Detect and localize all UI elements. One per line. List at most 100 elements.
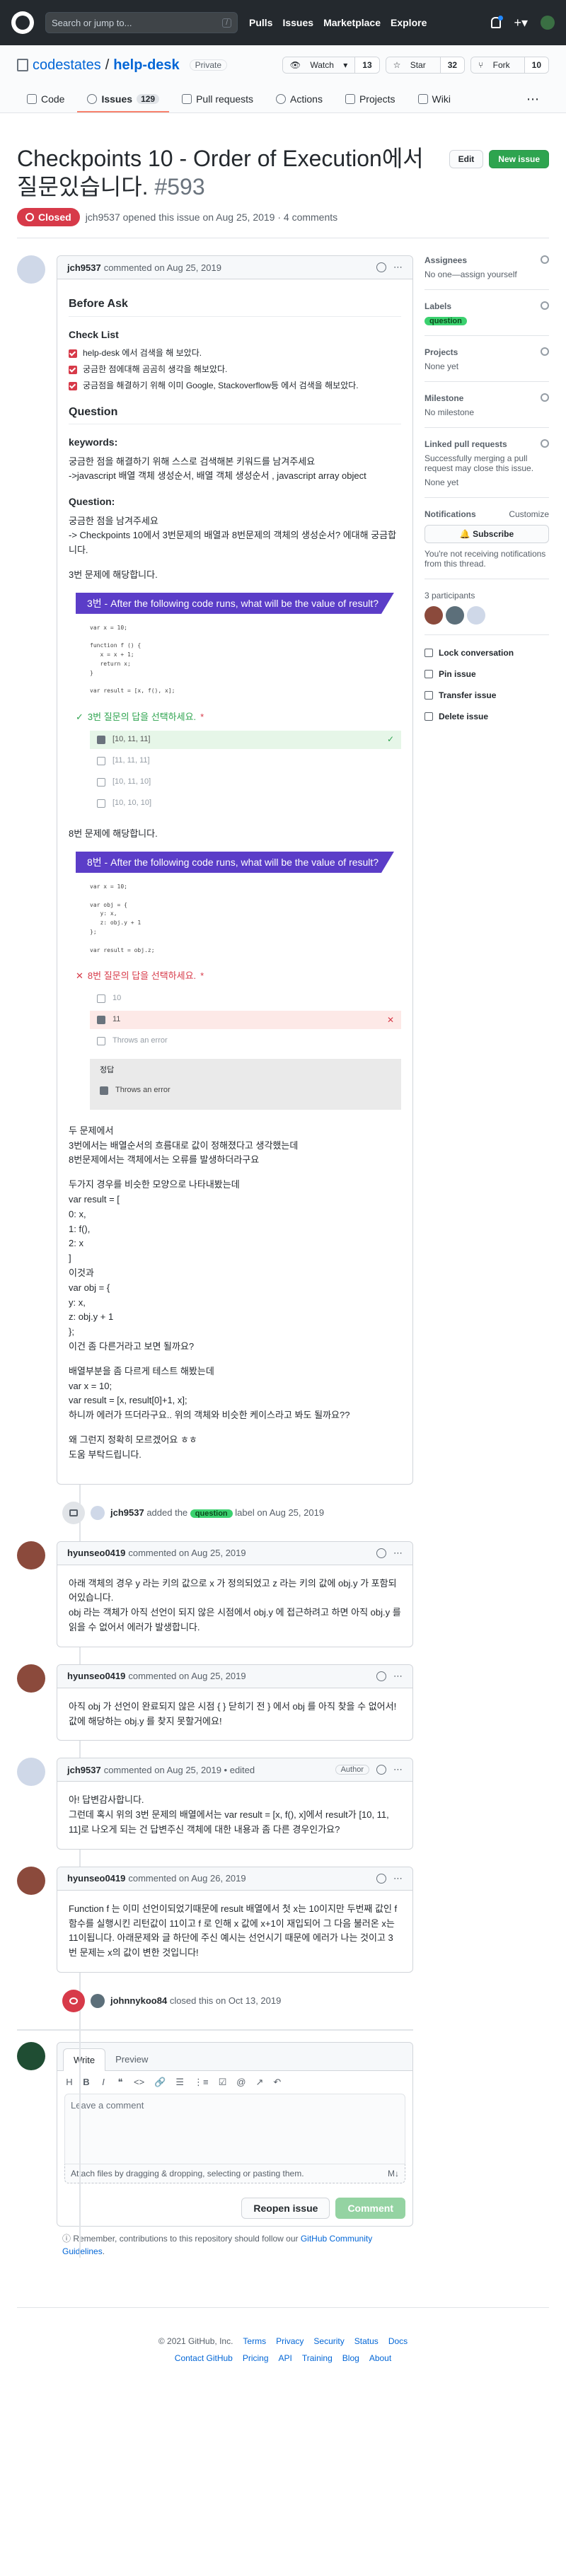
tab-wiki[interactable]: Wiki [408, 86, 461, 112]
footer-link[interactable]: Docs [388, 2336, 408, 2346]
header-actions: +▾ [491, 16, 555, 30]
emoji-reaction-icon[interactable] [376, 1548, 386, 1558]
gear-icon[interactable] [541, 301, 549, 310]
nav-explore[interactable]: Explore [391, 17, 427, 28]
footer-link[interactable]: Blog [342, 2353, 359, 2363]
repo-owner-link[interactable]: codestates [33, 57, 101, 74]
comment-author[interactable]: hyunseo0419 [67, 1548, 125, 1558]
link-icon[interactable]: 🔗 [154, 2077, 166, 2088]
avatar[interactable] [91, 1505, 105, 1520]
code-icon[interactable]: <> [134, 2077, 144, 2087]
gear-icon[interactable] [541, 439, 549, 448]
footer-link[interactable]: Status [354, 2336, 379, 2346]
nav-issues[interactable]: Issues [282, 17, 313, 28]
comment-menu-icon[interactable]: ⋯ [393, 1671, 403, 1682]
attach-files-area[interactable]: Attach files by dragging & dropping, sel… [64, 2164, 405, 2183]
tab-code[interactable]: Code [17, 86, 74, 112]
footer-link[interactable]: Security [313, 2336, 344, 2346]
emoji-reaction-icon[interactable] [376, 1671, 386, 1681]
watch-button[interactable]: 👁 Watch ▾ 13 [282, 57, 380, 74]
fork-button[interactable]: ⑂ Fork 10 [470, 57, 549, 74]
footer-link[interactable]: API [279, 2353, 292, 2363]
delete-issue-link[interactable]: Delete issue [424, 706, 549, 727]
footer-link[interactable]: About [369, 2353, 391, 2363]
github-logo-icon[interactable] [11, 11, 34, 34]
avatar[interactable] [17, 1541, 45, 1570]
comment-menu-icon[interactable]: ⋯ [393, 1764, 403, 1775]
edited-dropdown[interactable]: commented on Aug 25, 2019 • edited [104, 1765, 255, 1775]
reply-icon[interactable]: ↶ [273, 2077, 281, 2088]
quote-icon[interactable]: ❝ [117, 2077, 124, 2088]
label-badge[interactable]: question [190, 1509, 233, 1519]
transfer-issue-link[interactable]: Transfer issue [424, 685, 549, 706]
comment-menu-icon[interactable]: ⋯ [393, 1548, 403, 1559]
avatar[interactable] [446, 606, 464, 625]
footer-link[interactable]: Privacy [276, 2336, 304, 2346]
customize-link[interactable]: Customize [509, 509, 549, 519]
comment-button[interactable]: Comment [335, 2197, 405, 2219]
task-list-icon[interactable]: ☑ [219, 2077, 227, 2088]
footer-link[interactable]: Contact GitHub [175, 2353, 233, 2363]
star-button[interactable]: ☆ Star 32 [385, 57, 466, 74]
more-tabs-icon[interactable]: ⋯ [516, 86, 549, 112]
comment-body: 아직 obj 가 선언이 완료되지 않은 시점 { } 닫히기 전 } 에서 o… [69, 1700, 397, 1727]
new-comment-form: Write Preview H B I ❝ <> 🔗 ☰ ⋮≡ ☑ @ ↗ ↶ L… [17, 2029, 413, 2227]
bold-icon[interactable]: B [83, 2077, 90, 2087]
avatar[interactable] [91, 1993, 105, 2008]
user-avatar[interactable] [541, 16, 555, 30]
footer-link[interactable]: Terms [243, 2336, 266, 2346]
nav-marketplace[interactable]: Marketplace [323, 17, 381, 28]
unordered-list-icon[interactable]: ☰ [175, 2077, 184, 2088]
emoji-reaction-icon[interactable] [376, 1765, 386, 1775]
comment-menu-icon[interactable]: ⋯ [393, 1873, 403, 1884]
ordered-list-icon[interactable]: ⋮≡ [194, 2077, 209, 2088]
cross-reference-icon[interactable]: ↗ [255, 2077, 263, 2088]
tab-pull-requests[interactable]: Pull requests [172, 86, 263, 112]
repo-tabs: Code Issues 129 Pull requests Actions Pro… [17, 86, 549, 112]
mention-icon[interactable]: @ [236, 2077, 246, 2087]
comment-author[interactable]: hyunseo0419 [67, 1671, 125, 1681]
tab-preview[interactable]: Preview [105, 2048, 158, 2070]
lock-conversation-link[interactable]: Lock conversation [424, 642, 549, 663]
quiz-screenshot-q3: 3번 - After the following code runs, what… [76, 592, 401, 813]
new-issue-button[interactable]: New issue [489, 150, 549, 168]
italic-icon[interactable]: I [100, 2077, 107, 2087]
footer-link[interactable]: Training [302, 2353, 333, 2363]
sidebar: Assignees No one—assign yourself Labels qu… [424, 255, 549, 2258]
tag-icon [62, 1501, 85, 1524]
tab-actions[interactable]: Actions [266, 86, 333, 112]
search-input[interactable]: Search or jump to... / [45, 12, 238, 33]
gear-icon[interactable] [541, 347, 549, 356]
heading-icon[interactable]: H [66, 2077, 73, 2087]
pin-issue-link[interactable]: Pin issue [424, 663, 549, 685]
gear-icon[interactable] [541, 255, 549, 264]
avatar[interactable] [17, 1866, 45, 1895]
avatar[interactable] [17, 2041, 45, 2070]
emoji-reaction-icon[interactable] [376, 1873, 386, 1884]
avatar[interactable] [17, 1664, 45, 1693]
subscribe-button[interactable]: 🔔 Subscribe [424, 525, 549, 543]
tab-write[interactable]: Write [63, 2048, 106, 2071]
sidebar-milestone: Milestone No milestone [424, 382, 549, 428]
comment-author[interactable]: hyunseo0419 [67, 1873, 125, 1884]
comment-author[interactable]: jch9537 [67, 262, 101, 273]
label-badge[interactable]: question [424, 317, 467, 325]
avatar[interactable] [424, 606, 443, 625]
emoji-reaction-icon[interactable] [376, 262, 386, 272]
repo-name-link[interactable]: help-desk [113, 57, 179, 74]
tab-projects[interactable]: Projects [335, 86, 405, 112]
tab-issues[interactable]: Issues 129 [77, 86, 170, 112]
gear-icon[interactable] [541, 393, 549, 402]
comment-menu-icon[interactable]: ⋯ [393, 262, 403, 273]
footer-link[interactable]: Pricing [243, 2353, 269, 2363]
reopen-issue-button[interactable]: Reopen issue [241, 2197, 330, 2219]
avatar[interactable] [17, 1758, 45, 1787]
edit-button[interactable]: Edit [449, 150, 484, 168]
avatar[interactable] [17, 255, 45, 284]
nav-pulls[interactable]: Pulls [249, 17, 272, 28]
comment-textarea[interactable]: Leave a comment [64, 2093, 405, 2164]
comment-author[interactable]: jch9537 [67, 1765, 101, 1775]
avatar[interactable] [467, 606, 485, 625]
notification-bell-icon[interactable] [491, 16, 504, 28]
plus-dropdown-icon[interactable]: +▾ [514, 16, 528, 30]
